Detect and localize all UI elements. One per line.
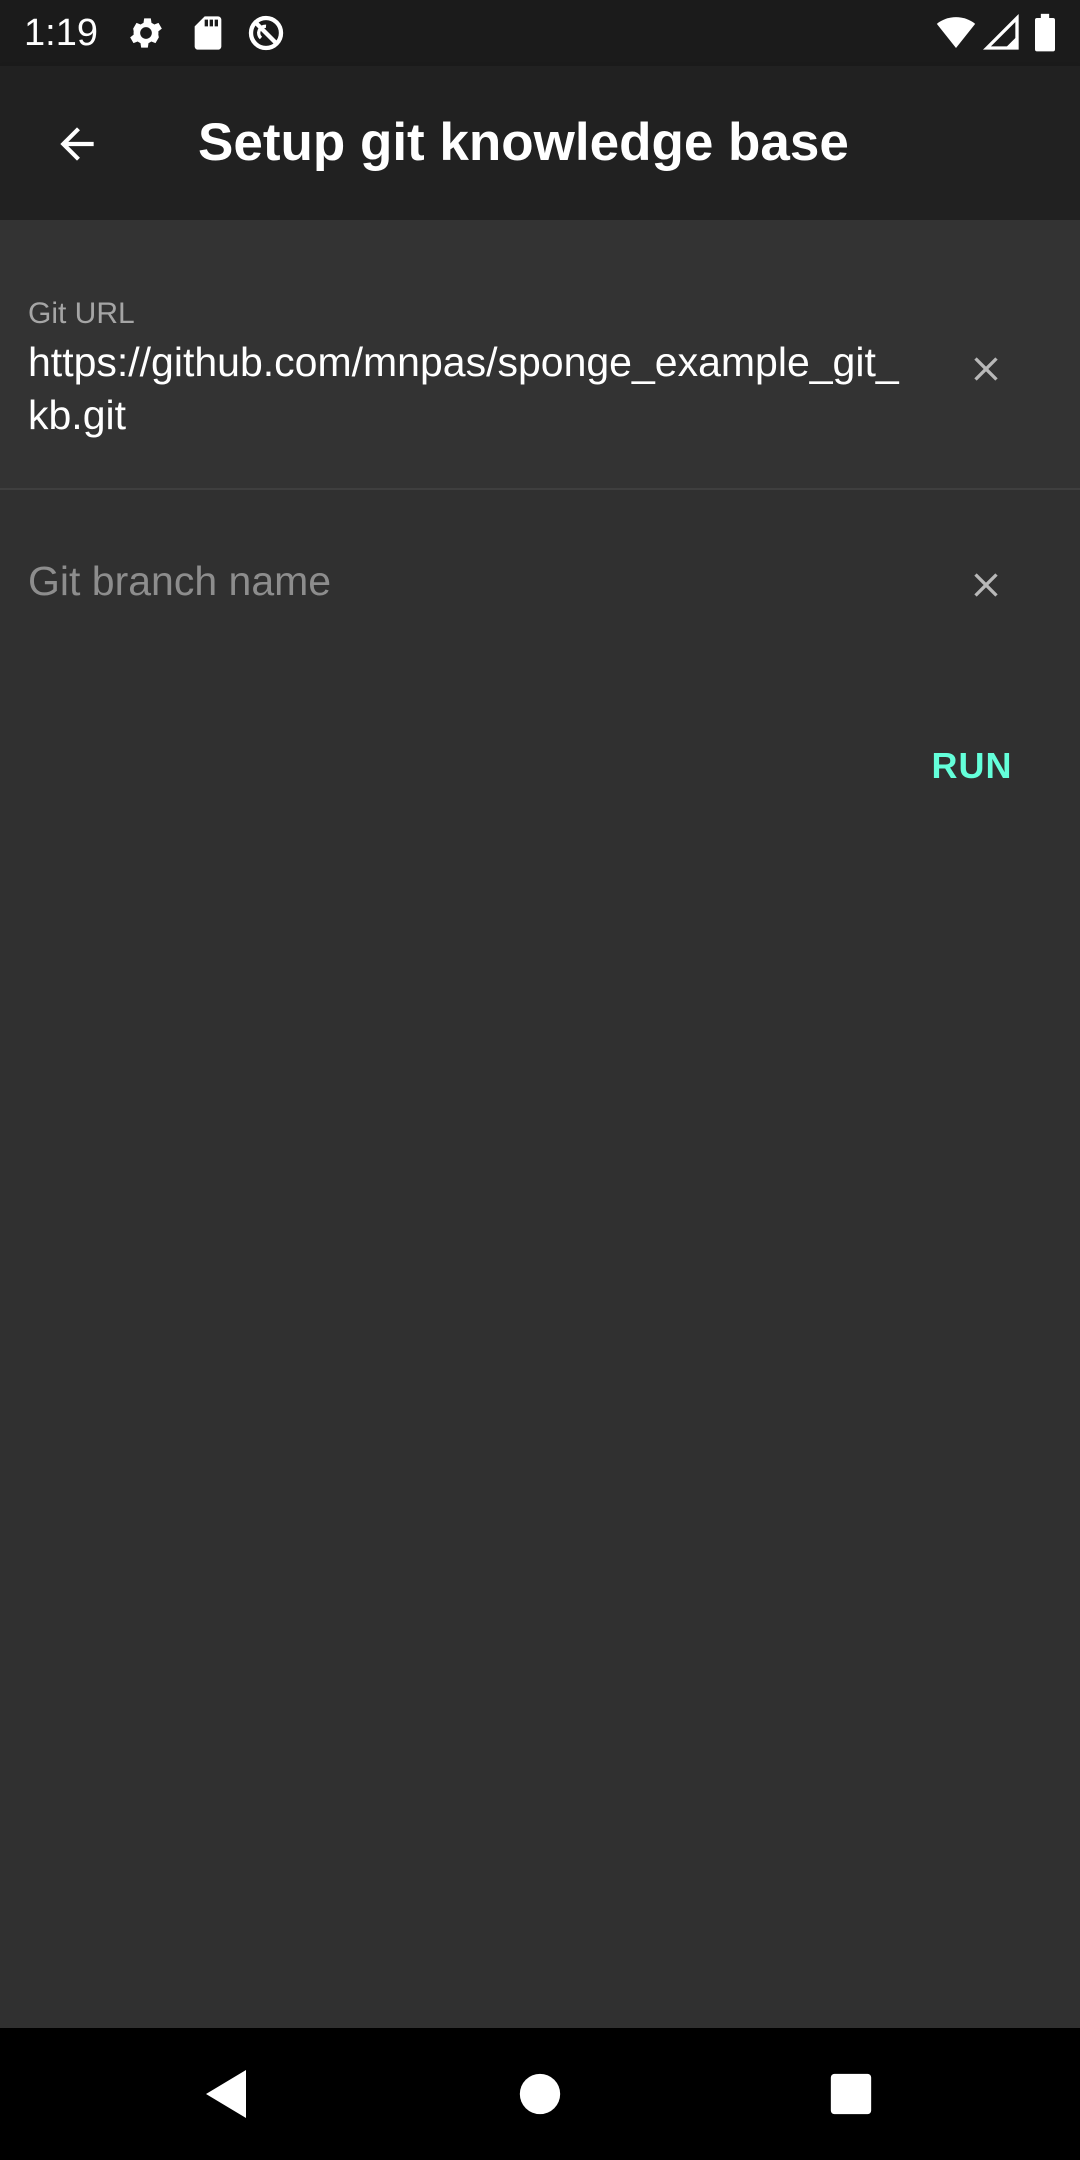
sd-card-icon	[188, 13, 228, 53]
nav-recents-button[interactable]	[811, 2054, 891, 2134]
git-url-label: Git URL	[28, 297, 135, 330]
settings-icon	[126, 13, 166, 53]
navigation-bar	[0, 2028, 1080, 2160]
clear-git-branch-button[interactable]	[953, 552, 1019, 618]
close-icon	[966, 349, 1006, 389]
wifi-icon	[936, 13, 976, 53]
page-title: Setup git knowledge base	[198, 113, 849, 172]
back-triangle-icon	[202, 2068, 250, 2120]
arrow-back-icon	[52, 119, 102, 169]
git-url-input[interactable]: https://github.com/mnpas/sponge_example_…	[28, 336, 908, 442]
close-icon	[966, 565, 1006, 605]
nav-back-button[interactable]	[186, 2054, 266, 2134]
home-circle-icon	[518, 2072, 562, 2116]
git-branch-input[interactable]: Git branch name	[28, 556, 331, 606]
recents-square-icon	[829, 2072, 873, 2116]
clear-git-url-button[interactable]	[953, 336, 1019, 402]
no-sync-icon	[246, 13, 286, 53]
app-bar: Setup git knowledge base	[0, 66, 1080, 220]
status-bar: 1:19	[0, 0, 1080, 66]
screen: 1:19 Setup git knowledge base Git URL ht…	[0, 0, 1080, 2160]
back-button[interactable]	[33, 100, 121, 188]
cell-signal-icon	[982, 13, 1022, 53]
status-time: 1:19	[24, 12, 98, 54]
battery-icon	[1030, 13, 1060, 53]
git-branch-field[interactable]: Git branch name	[0, 490, 1080, 680]
nav-home-button[interactable]	[500, 2054, 580, 2134]
run-button[interactable]: RUN	[912, 732, 1032, 800]
git-url-field[interactable]: Git URL https://github.com/mnpas/sponge_…	[0, 220, 1080, 490]
